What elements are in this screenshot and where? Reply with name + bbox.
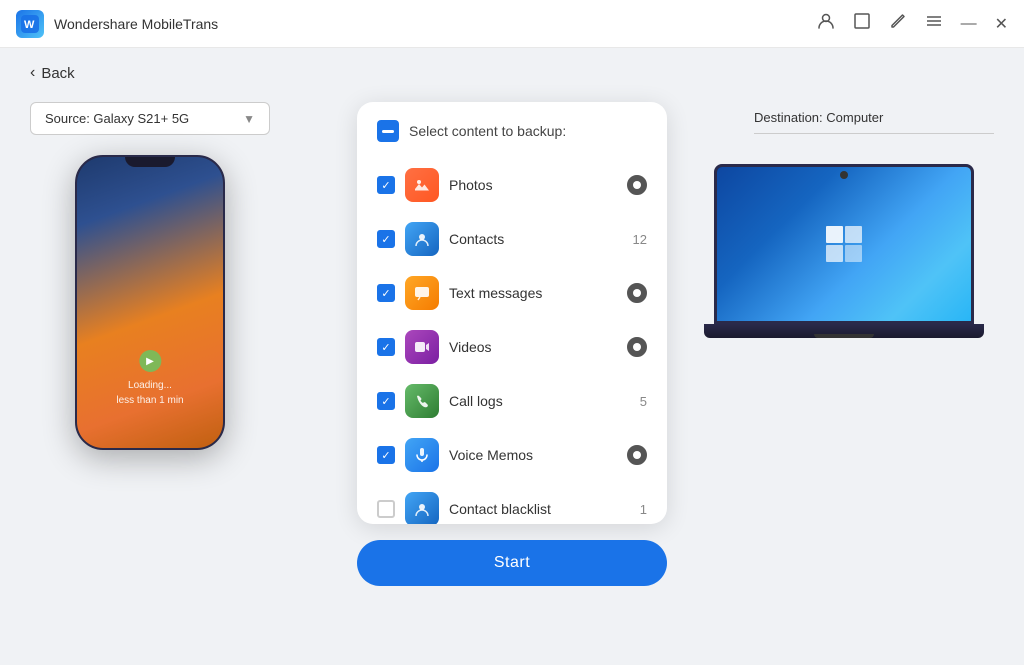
list-item[interactable]: ✓ Text messages [357, 266, 667, 320]
titlebar: W Wondershare MobileTrans [0, 0, 1024, 48]
contacts-icon [405, 222, 439, 256]
card-header: Select content to backup: [357, 102, 667, 154]
window-controls: — ✕ [817, 12, 1008, 35]
account-icon[interactable] [817, 12, 835, 35]
destination-selector: Destination: Computer [754, 102, 994, 134]
photos-icon [405, 168, 439, 202]
laptop-screen [714, 164, 974, 324]
layout-row: Source: Galaxy S21+ 5G ▼ ▶ Loading...les… [30, 92, 994, 665]
calllogs-checkbox[interactable]: ✓ [377, 392, 395, 410]
left-panel: Source: Galaxy S21+ 5G ▼ ▶ Loading...les… [30, 102, 330, 450]
content-list: ✓ Photos ✓ [357, 154, 667, 524]
back-label: Back [41, 65, 74, 82]
phone-loading: ▶ Loading...less than 1 min [116, 350, 183, 408]
laptop-screen-inner [717, 167, 971, 321]
start-button-container: Start [357, 540, 667, 586]
messages-label: Text messages [449, 285, 617, 301]
messages-checkbox[interactable]: ✓ [377, 284, 395, 302]
menu-icon[interactable] [925, 12, 943, 35]
messages-icon [405, 276, 439, 310]
back-arrow-icon: ‹ [30, 64, 35, 82]
blacklist-label: Contact blacklist [449, 501, 630, 517]
start-button[interactable]: Start [357, 540, 667, 586]
laptop-illustration [714, 164, 984, 338]
back-button[interactable]: ‹ Back [30, 48, 75, 92]
phone-body: ▶ Loading...less than 1 min [75, 155, 225, 450]
play-icon: ▶ [139, 350, 161, 372]
voicememos-checkbox[interactable]: ✓ [377, 446, 395, 464]
windows-pane-4 [845, 245, 862, 262]
phone-illustration: ▶ Loading...less than 1 min [50, 155, 250, 450]
windows-pane-3 [826, 245, 843, 262]
chevron-down-icon: ▼ [243, 112, 255, 126]
phone-side-button-left2 [75, 257, 77, 287]
card-header-title: Select content to backup: [409, 123, 566, 139]
select-all-icon[interactable] [377, 120, 399, 142]
source-label: Source: Galaxy S21+ 5G [45, 111, 189, 126]
list-item[interactable]: ✓ Photos [357, 158, 667, 212]
list-item[interactable]: ✓ Voice Memos [357, 428, 667, 482]
list-item[interactable]: Contact blacklist 1 [357, 482, 667, 524]
contacts-label: Contacts [449, 231, 623, 247]
phone-notch [125, 157, 175, 167]
list-item[interactable]: ✓ Contacts 12 [357, 212, 667, 266]
messages-radio[interactable] [627, 283, 647, 303]
videos-icon [405, 330, 439, 364]
photos-checkbox[interactable]: ✓ [377, 176, 395, 194]
windows-pane-2 [845, 226, 862, 243]
voicememos-radio[interactable] [627, 445, 647, 465]
blacklist-badge: 1 [640, 502, 647, 517]
photos-label: Photos [449, 177, 617, 193]
windows-pane-1 [826, 226, 843, 243]
main-content: ‹ Back Source: Galaxy S21+ 5G ▼ ▶ Loadin… [0, 48, 1024, 665]
svg-text:W: W [24, 19, 35, 31]
photos-radio[interactable] [627, 175, 647, 195]
calllogs-label: Call logs [449, 393, 630, 409]
minimize-icon[interactable]: — [961, 16, 977, 32]
videos-checkbox[interactable]: ✓ [377, 338, 395, 356]
calllogs-icon [405, 384, 439, 418]
source-selector[interactable]: Source: Galaxy S21+ 5G ▼ [30, 102, 270, 135]
window-icon[interactable] [853, 12, 871, 35]
calllogs-badge: 5 [640, 394, 647, 409]
center-panel: Select content to backup: ✓ Photos [330, 102, 694, 586]
voicememos-label: Voice Memos [449, 447, 617, 463]
phone-side-button-right [223, 237, 225, 287]
phone-screen: ▶ Loading...less than 1 min [77, 157, 223, 448]
windows-logo [826, 226, 862, 262]
voicememos-icon [405, 438, 439, 472]
app-logo: W [16, 10, 44, 38]
close-icon[interactable]: ✕ [995, 14, 1008, 34]
destination-label: Destination: Computer [754, 110, 883, 125]
videos-label: Videos [449, 339, 617, 355]
content-card: Select content to backup: ✓ Photos [357, 102, 667, 524]
phone-side-button-left1 [75, 217, 77, 247]
list-item[interactable]: ✓ Call logs 5 [357, 374, 667, 428]
blacklist-checkbox[interactable] [377, 500, 395, 518]
edit-icon[interactable] [889, 12, 907, 35]
contacts-checkbox[interactable]: ✓ [377, 230, 395, 248]
laptop-base [704, 324, 984, 338]
right-panel: Destination: Computer [694, 102, 994, 338]
contacts-badge: 12 [633, 232, 647, 247]
list-item[interactable]: ✓ Videos [357, 320, 667, 374]
loading-text: Loading...less than 1 min [116, 378, 183, 408]
blacklist-icon [405, 492, 439, 524]
app-title: Wondershare MobileTrans [54, 16, 817, 32]
videos-radio[interactable] [627, 337, 647, 357]
